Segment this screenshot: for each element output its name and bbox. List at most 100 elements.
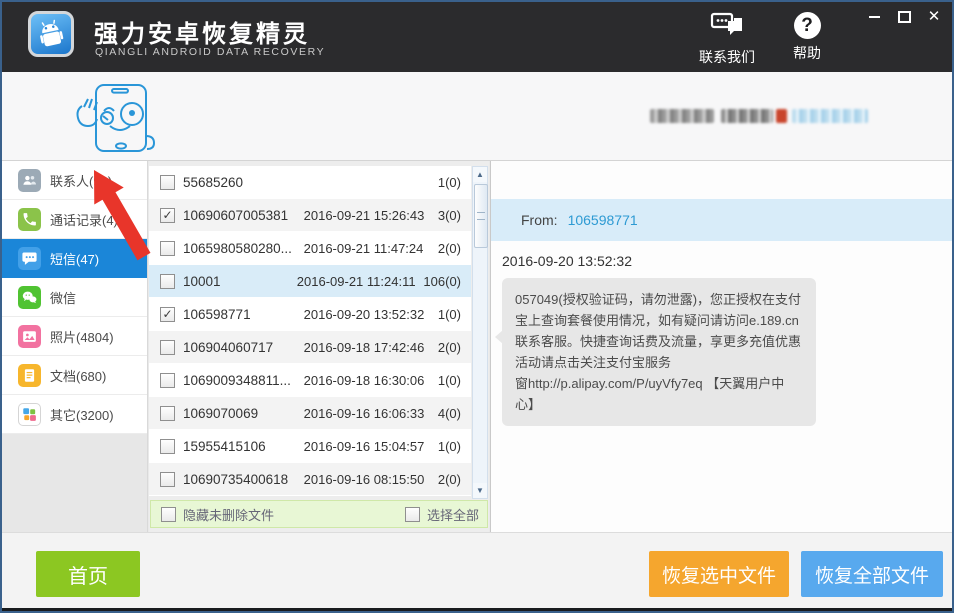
row-number: 1065980580280... [183,241,304,256]
row-count: 1(0) [438,439,471,454]
sidebar-item-sms[interactable]: 短信(47) [2,239,147,278]
scrollbar-thumb[interactable] [474,184,488,248]
hide-undeleted-checkbox[interactable] [161,507,176,522]
sidebar-item-label: 联系人(96) [50,171,112,190]
row-checkbox[interactable] [160,439,175,454]
message-datetime: 2016-09-20 13:52:32 [502,253,632,269]
row-number: 10690607005381 [183,208,304,223]
recover-all-button[interactable]: 恢复全部文件 [801,551,943,597]
close-button[interactable]: ✕ [926,10,942,24]
sidebar-item-wechat[interactable]: 微信 [2,278,147,317]
table-row[interactable]: 1065980580280...2016-09-21 11:47:242(0) [149,232,471,265]
home-button[interactable]: 首页 [36,551,140,597]
row-checkbox[interactable] [160,406,175,421]
sidebar-item-label: 其它(3200) [50,405,114,424]
table-row[interactable]: 100012016-09-21 11:24:11106(0) [149,265,471,298]
row-datetime: 2016-09-16 08:15:50 [304,472,438,487]
app-title: 强力安卓恢复精灵 [94,14,310,49]
table-row[interactable]: 1069009348811...2016-09-18 16:30:061(0) [149,364,471,397]
row-datetime: 2016-09-21 11:24:11 [297,274,424,289]
row-checkbox[interactable] [160,241,175,256]
row-number: 106904060717 [183,340,304,355]
select-all-checkbox[interactable] [405,507,420,522]
contact-us-button[interactable]: 联系我们 [692,12,762,67]
sidebar-item-calls[interactable]: 通话记录(4) [2,200,147,239]
table-row[interactable]: 55685260 1(0) [149,166,471,199]
row-number: 55685260 [183,175,304,190]
row-count: 3(0) [438,208,471,223]
contact-us-label: 联系我们 [692,47,762,67]
row-count: 1(0) [438,175,471,190]
redacted-account-link [792,109,868,123]
window-bottom-edge [2,608,952,611]
sidebar-item-label: 通话记录(4) [50,210,118,229]
row-number: 106598771 [183,307,304,322]
contacts-icon [18,169,41,192]
minimize-button[interactable] [866,10,882,24]
table-row[interactable]: ✓ 106906070053812016-09-21 15:26:433(0) [149,199,471,232]
row-checkbox[interactable] [160,373,175,388]
header-strip [2,72,952,161]
sms-icon [18,247,41,270]
message-list-panel: 55685260 1(0) ✓ 106906070053812016-09-21 15… [149,161,489,532]
sidebar-item-label: 照片(4804) [50,327,114,346]
redacted-account-info [721,109,773,123]
row-count: 4(0) [438,406,471,421]
help-icon: ? [794,12,821,39]
hide-undeleted-label: 隐藏未删除文件 [183,505,274,524]
sidebar-item-contacts[interactable]: 联系人(96) [2,161,147,200]
row-checkbox[interactable] [160,175,175,190]
row-datetime: 2016-09-21 15:26:43 [304,208,438,223]
sidebar-item-docs[interactable]: 文档(680) [2,356,147,395]
photos-icon [18,325,41,348]
sidebar-item-other[interactable]: 其它(3200) [2,395,147,434]
help-button[interactable]: ? 帮助 [772,12,842,63]
table-row[interactable]: ✓ 1065987712016-09-20 13:52:321(0) [149,298,471,331]
calls-icon [18,208,41,231]
from-number[interactable]: 106598771 [568,212,638,228]
message-bubble: 057049(授权验证码，请勿泄露)，您正授权在支付宝上查询套餐使用情况，如有疑… [502,278,816,426]
row-datetime: 2016-09-20 13:52:32 [304,307,438,322]
table-row[interactable]: 159554151062016-09-16 15:04:571(0) [149,430,471,463]
sidebar-item-photos[interactable]: 照片(4804) [2,317,147,356]
maximize-button[interactable] [896,10,912,24]
row-checkbox[interactable] [160,274,175,289]
row-count: 1(0) [438,373,471,388]
minimize-icon [869,16,880,18]
footer-bar: 首页 恢复选中文件 恢复全部文件 [2,532,952,611]
row-count: 1(0) [438,307,471,322]
redacted-account-badge [776,109,787,123]
row-number: 10001 [183,274,297,289]
scroll-down-icon[interactable]: ▼ [473,483,487,498]
app-window: 强力安卓恢复精灵 QIANGLI ANDROID DATA RECOVERY 联… [0,0,954,613]
row-checkbox[interactable]: ✓ [160,307,175,322]
main-area: 联系人(96) 通话记录(4) 短信(47) 微信照片(4804) 文档(680) 其它(… [2,161,952,532]
sidebar-item-label: 短信(47) [50,249,99,268]
from-label: From: [521,212,558,228]
table-row[interactable]: 106907354006182016-09-16 08:15:502(0) [149,463,471,496]
sidebar-item-label: 文档(680) [50,366,106,385]
recover-selected-button[interactable]: 恢复选中文件 [649,551,789,597]
row-checkbox[interactable] [160,340,175,355]
row-datetime: 2016-09-16 15:04:57 [304,439,438,454]
row-count: 2(0) [438,472,471,487]
list-scrollbar[interactable]: ▲ ▼ [472,166,488,499]
row-checkbox[interactable] [160,472,175,487]
row-checkbox[interactable]: ✓ [160,208,175,223]
table-row[interactable]: 10690700692016-09-16 16:06:334(0) [149,397,471,430]
mascot-phone-icon [54,80,164,163]
row-datetime: 2016-09-21 11:47:24 [304,241,438,256]
from-bar: From: 106598771 [491,199,954,241]
redacted-account-info [650,109,714,123]
scroll-up-icon[interactable]: ▲ [473,167,487,182]
select-all-label: 选择全部 [427,505,479,524]
other-icon [18,403,41,426]
list-select-bar: 隐藏未删除文件 选择全部 [150,500,488,528]
row-count: 106(0) [423,274,471,289]
row-datetime: 2016-09-18 17:42:46 [304,340,438,355]
row-datetime: 2016-09-18 16:30:06 [304,373,438,388]
row-datetime: 2016-09-16 16:06:33 [304,406,438,421]
row-count: 2(0) [438,340,471,355]
sidebar: 联系人(96) 通话记录(4) 短信(47) 微信照片(4804) 文档(680) 其它(… [2,161,148,532]
table-row[interactable]: 1069040607172016-09-18 17:42:462(0) [149,331,471,364]
